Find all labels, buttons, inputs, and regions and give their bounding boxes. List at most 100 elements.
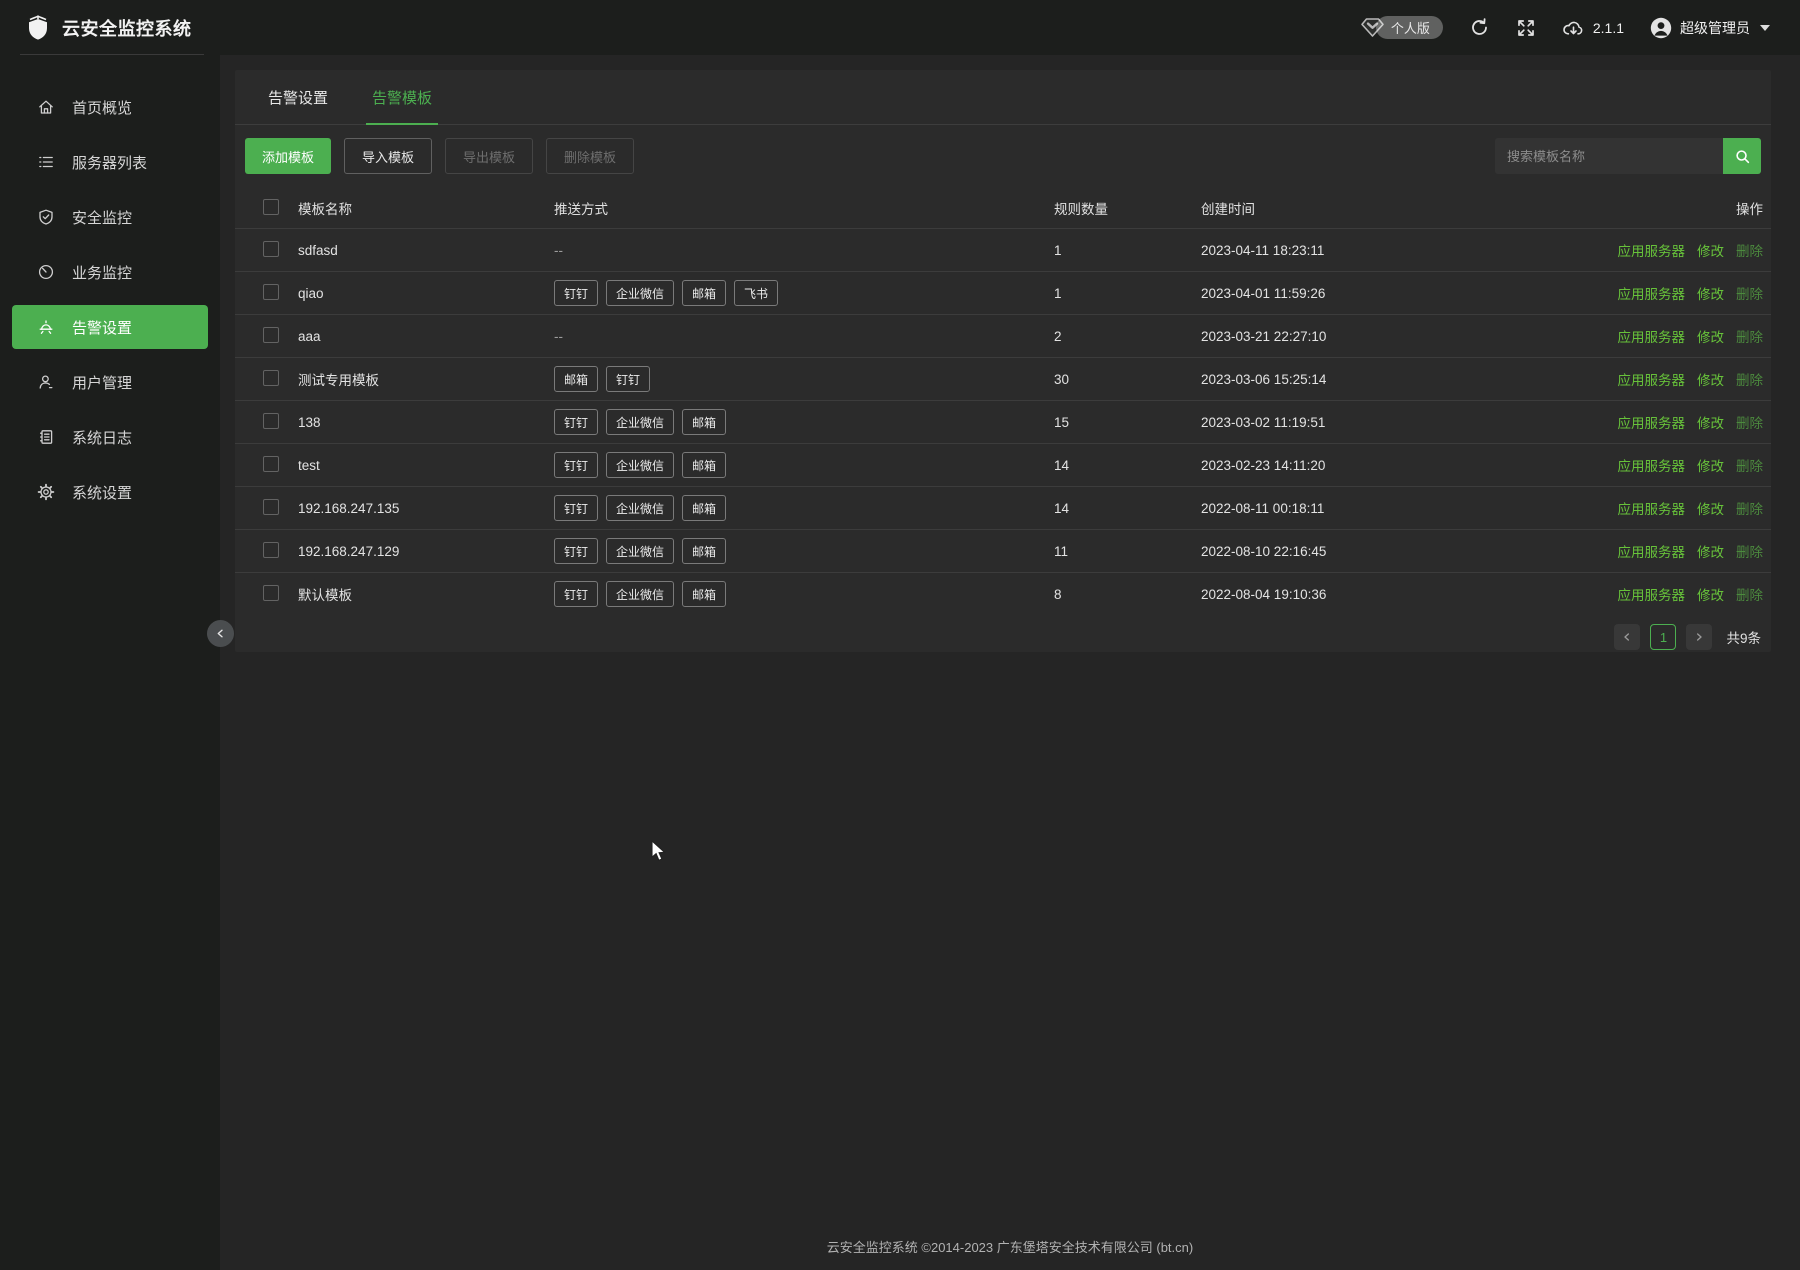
col-created-time: 创建时间 — [1201, 198, 1523, 218]
modify-link[interactable]: 修改 — [1697, 584, 1724, 604]
row-actions: 应用服务器修改删除 — [1523, 541, 1763, 561]
chevron-left-icon — [1622, 632, 1632, 642]
sidebar-item-logs[interactable]: 系统日志 — [12, 415, 208, 459]
apply-server-link[interactable]: 应用服务器 — [1618, 412, 1686, 432]
row-checkbox[interactable] — [263, 499, 279, 515]
delete-link[interactable]: 删除 — [1736, 283, 1763, 303]
row-checkbox[interactable] — [263, 284, 279, 300]
user-name: 超级管理员 — [1680, 18, 1750, 38]
modify-link[interactable]: 修改 — [1697, 369, 1724, 389]
tab-alert-settings[interactable]: 告警设置 — [262, 70, 334, 124]
app-logo: 云安全监控系统 — [0, 0, 220, 55]
table-row: 192.168.247.129 钉钉企业微信邮箱 11 2022-08-10 2… — [235, 529, 1771, 572]
col-template-name: 模板名称 — [298, 198, 554, 218]
row-checkbox[interactable] — [263, 413, 279, 429]
select-all-checkbox[interactable] — [263, 199, 279, 215]
fullscreen-icon[interactable] — [1516, 18, 1536, 38]
tab-alert-templates[interactable]: 告警模板 — [366, 70, 438, 124]
sidebar-item-business[interactable]: 业务监控 — [12, 250, 208, 294]
row-actions: 应用服务器修改删除 — [1523, 498, 1763, 518]
push-channel-chip: 企业微信 — [606, 538, 674, 564]
import-template-button[interactable]: 导入模板 — [344, 138, 432, 174]
row-checkbox[interactable] — [263, 542, 279, 558]
add-template-button[interactable]: 添加模板 — [245, 138, 331, 174]
row-checkbox[interactable] — [263, 241, 279, 257]
apply-server-link[interactable]: 应用服务器 — [1618, 283, 1686, 303]
delete-link[interactable]: 删除 — [1736, 584, 1763, 604]
push-methods-cell: 钉钉企业微信邮箱 — [554, 495, 1054, 521]
apply-server-link[interactable]: 应用服务器 — [1618, 584, 1686, 604]
modify-link[interactable]: 修改 — [1697, 412, 1724, 432]
created-time: 2023-02-23 14:11:20 — [1201, 458, 1523, 473]
sidebar-item-users[interactable]: 用户管理 — [12, 360, 208, 404]
version-indicator[interactable]: 2.1.1 — [1562, 18, 1624, 38]
rule-count: 2 — [1054, 329, 1201, 344]
modify-link[interactable]: 修改 — [1697, 283, 1724, 303]
security-shield-icon — [37, 208, 55, 226]
push-channel-chip: 钉钉 — [606, 366, 650, 392]
template-table: 模板名称 推送方式 规则数量 创建时间 操作 sdfasd -- 1 2023-… — [235, 188, 1771, 615]
delete-link[interactable]: 删除 — [1736, 326, 1763, 346]
row-actions: 应用服务器修改删除 — [1523, 369, 1763, 389]
row-checkbox[interactable] — [263, 456, 279, 472]
sidebar-collapse-button[interactable] — [207, 620, 234, 647]
sidebar-item-alerts[interactable]: 告警设置 — [12, 305, 208, 349]
modify-link[interactable]: 修改 — [1697, 541, 1724, 561]
user-icon — [37, 373, 55, 391]
delete-link[interactable]: 删除 — [1736, 455, 1763, 475]
push-channel-chip: 钉钉 — [554, 495, 598, 521]
delete-link[interactable]: 删除 — [1736, 541, 1763, 561]
apply-server-link[interactable]: 应用服务器 — [1618, 240, 1686, 260]
gauge-icon — [37, 263, 55, 281]
push-empty-placeholder: -- — [554, 329, 563, 344]
modify-link[interactable]: 修改 — [1697, 455, 1724, 475]
apply-server-link[interactable]: 应用服务器 — [1618, 498, 1686, 518]
home-icon — [37, 98, 55, 116]
push-channel-chip: 企业微信 — [606, 280, 674, 306]
delete-link[interactable]: 删除 — [1736, 369, 1763, 389]
prev-page-button[interactable] — [1614, 624, 1640, 650]
push-channel-chip: 企业微信 — [606, 581, 674, 607]
apply-server-link[interactable]: 应用服务器 — [1618, 541, 1686, 561]
delete-link[interactable]: 删除 — [1736, 412, 1763, 432]
modify-link[interactable]: 修改 — [1697, 326, 1724, 346]
row-checkbox[interactable] — [263, 370, 279, 386]
server-list-icon — [37, 153, 55, 171]
delete-link[interactable]: 删除 — [1736, 240, 1763, 260]
apply-server-link[interactable]: 应用服务器 — [1618, 455, 1686, 475]
total-count-label: 共9条 — [1726, 627, 1761, 647]
search-button[interactable] — [1723, 138, 1761, 174]
refresh-icon[interactable] — [1469, 17, 1490, 38]
apply-server-link[interactable]: 应用服务器 — [1618, 369, 1686, 389]
push-channel-chip: 飞书 — [734, 280, 778, 306]
push-channel-chip: 钉钉 — [554, 280, 598, 306]
sidebar-item-settings[interactable]: 系统设置 — [12, 470, 208, 514]
push-empty-placeholder: -- — [554, 243, 563, 258]
apply-server-link[interactable]: 应用服务器 — [1618, 326, 1686, 346]
created-time: 2023-03-02 11:19:51 — [1201, 415, 1523, 430]
rule-count: 1 — [1054, 243, 1201, 258]
next-page-button[interactable] — [1686, 624, 1712, 650]
chevron-right-icon — [1694, 632, 1704, 642]
export-template-button[interactable]: 导出模板 — [445, 138, 533, 174]
template-name: 192.168.247.129 — [298, 544, 554, 559]
page-number-1[interactable]: 1 — [1650, 624, 1676, 650]
pagination: 1 共9条 — [235, 615, 1771, 653]
sidebar-item-servers[interactable]: 服务器列表 — [12, 140, 208, 184]
row-checkbox[interactable] — [263, 585, 279, 601]
search-input[interactable] — [1495, 138, 1723, 174]
sidebar-item-security[interactable]: 安全监控 — [12, 195, 208, 239]
sidebar-item-home[interactable]: 首页概览 — [12, 85, 208, 129]
row-checkbox[interactable] — [263, 327, 279, 343]
alert-template-panel: 告警设置 告警模板 添加模板 导入模板 导出模板 删除模板 模板名称 推送方式 … — [235, 70, 1771, 652]
alarm-icon — [37, 318, 55, 336]
created-time: 2023-03-06 15:25:14 — [1201, 372, 1523, 387]
delete-template-button[interactable]: 删除模板 — [546, 138, 634, 174]
modify-link[interactable]: 修改 — [1697, 498, 1724, 518]
push-channel-chip: 邮箱 — [682, 409, 726, 435]
delete-link[interactable]: 删除 — [1736, 498, 1763, 518]
modify-link[interactable]: 修改 — [1697, 240, 1724, 260]
push-methods-cell: 钉钉企业微信邮箱 — [554, 538, 1054, 564]
user-menu[interactable]: 超级管理员 — [1650, 17, 1770, 39]
edition-badge[interactable]: 个人版 — [1359, 16, 1443, 39]
